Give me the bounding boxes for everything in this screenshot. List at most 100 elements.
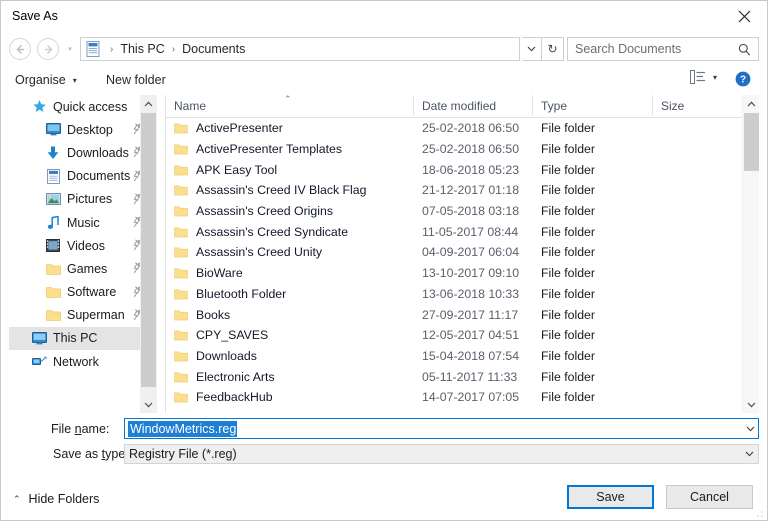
file-row[interactable]: FeedbackHub 14-07-2017 07:05 File folder [166, 387, 759, 408]
cancel-button[interactable]: Cancel [666, 485, 753, 509]
file-row[interactable]: ActivePresenter Templates 25-02-2018 06:5… [166, 139, 759, 160]
file-row[interactable]: Bluetooth Folder 13-06-2018 10:33 File fol… [166, 284, 759, 305]
file-date-cell: 13-10-2017 09:10 [422, 266, 520, 281]
navigation-sidebar: Quick access Desktop Downloads Documents Pic… [9, 95, 157, 413]
sidebar-item-network[interactable]: Network [9, 350, 157, 373]
sidebar-item-superman[interactable]: Superman [9, 304, 157, 327]
sidebar-item-quick-access[interactable]: Quick access [9, 95, 157, 118]
file-date-cell: 15-04-2018 07:54 [422, 348, 520, 363]
sidebar-item-list: Quick access Desktop Downloads Documents Pic… [9, 95, 157, 373]
new-folder-button[interactable]: New folder [106, 71, 166, 89]
file-name-cell: FeedbackHub [174, 390, 273, 404]
file-name-cell: Books [174, 308, 230, 322]
forward-button[interactable] [37, 38, 59, 60]
organise-button[interactable]: Organise ▾ [15, 71, 77, 89]
hide-folders-button[interactable]: ⌃ Hide Folders [13, 492, 99, 506]
file-row[interactable]: Assassin's Creed Unity 04-09-2017 06:04 Fi… [166, 242, 759, 263]
sidebar-scroll-down-button[interactable] [140, 396, 157, 413]
file-row[interactable]: Books 27-09-2017 11:17 File folder [166, 304, 759, 325]
chevron-down-icon [745, 451, 754, 457]
file-name-text: Electronic Arts [196, 369, 275, 384]
file-row[interactable]: Downloads 15-04-2018 07:54 File folder [166, 346, 759, 367]
file-name-cell: Assassin's Creed Syndicate [174, 225, 348, 239]
file-name-cell: ActivePresenter Templates [174, 142, 342, 156]
file-row[interactable]: Electronic Arts 05-11-2017 11:33 File fold… [166, 366, 759, 387]
file-date-cell: 25-02-2018 06:50 [422, 121, 520, 136]
file-row[interactable]: Assassin's Creed Origins 07-05-2018 03:18… [166, 201, 759, 222]
back-arrow-icon [16, 44, 24, 54]
title-bar: Save As [1, 1, 767, 32]
column-header-date-modified[interactable]: Date modified [414, 95, 533, 116]
address-bar[interactable]: › This PC › Documents [80, 37, 520, 61]
column-header-name[interactable]: Name [166, 95, 414, 116]
forward-arrow-icon [44, 44, 52, 54]
file-name-input[interactable]: WindowMetrics.reg [124, 418, 759, 439]
column-header-type[interactable]: Type [533, 95, 653, 116]
breadcrumb-separator-1: › [171, 43, 176, 55]
recent-locations-button[interactable]: ▾ [64, 44, 76, 54]
column-header-label: Size [661, 98, 685, 113]
help-button[interactable]: ? [735, 71, 751, 87]
organise-label: Organise [15, 73, 66, 87]
sidebar-item-label: Downloads [67, 145, 129, 160]
folder-icon [174, 205, 188, 217]
sidebar-item-downloads[interactable]: Downloads [9, 141, 157, 164]
file-name-cell: Downloads [174, 349, 257, 363]
column-header-label: Name [174, 98, 207, 113]
file-name-cell: Assassin's Creed IV Black Flag [174, 183, 366, 197]
breadcrumb-documents[interactable]: Documents [180, 42, 247, 56]
sidebar-item-label: Quick access [53, 99, 128, 114]
resize-grip-icon[interactable] [754, 508, 764, 518]
file-row[interactable]: CPY_SAVES 12-05-2017 04:51 File folder [166, 325, 759, 346]
sidebar-item-pictures[interactable]: Pictures [9, 188, 157, 211]
view-mode-button[interactable]: ▾ [689, 70, 717, 84]
chevron-up-icon [144, 101, 153, 106]
file-name-dropdown-button[interactable] [746, 419, 755, 438]
address-dropdown-button[interactable] [522, 37, 542, 61]
save-as-type-label-pre: Save as [53, 447, 102, 461]
main-panel: Quick access Desktop Downloads Documents Pic… [9, 95, 759, 413]
sidebar-item-label: Games [67, 261, 108, 276]
sidebar-item-software[interactable]: Software [9, 281, 157, 304]
file-row[interactable]: Assassin's Creed Syndicate 11-05-2017 08:… [166, 221, 759, 242]
search-box[interactable]: Search Documents [567, 37, 759, 61]
file-list-scrollbar[interactable] [742, 95, 759, 413]
breadcrumb-this-pc[interactable]: This PC [118, 42, 166, 56]
file-name-cell: ActivePresenter [174, 121, 283, 135]
sidebar-item-games[interactable]: Games [9, 257, 157, 280]
chevron-up-icon: ⌃ [13, 493, 21, 504]
sidebar-item-desktop[interactable]: Desktop [9, 118, 157, 141]
file-row[interactable]: APK Easy Tool 18-06-2018 05:23 File folder [166, 159, 759, 180]
new-folder-label: New folder [106, 73, 166, 87]
close-button[interactable] [722, 1, 767, 31]
file-list-panel: ⌃ Name Date modified Type Size ActivePresen… [165, 95, 759, 413]
save-as-type-dropdown-button[interactable] [745, 445, 754, 463]
save-button[interactable]: Save [567, 485, 654, 509]
column-header-size[interactable]: Size [653, 95, 743, 116]
file-name-text: APK Easy Tool [196, 162, 278, 177]
back-button[interactable] [9, 38, 31, 60]
save-as-type-select[interactable]: Registry File (*.reg) [124, 444, 759, 464]
chevron-down-icon: ▾ [68, 46, 72, 53]
sidebar-scrollbar-thumb[interactable] [141, 113, 156, 387]
sidebar-scrollbar[interactable] [140, 95, 157, 413]
sidebar-item-documents[interactable]: Documents [9, 165, 157, 188]
sidebar-item-music[interactable]: Music [9, 211, 157, 234]
list-scroll-down-button[interactable] [743, 396, 759, 413]
sidebar-item-this-pc[interactable]: This PC [9, 326, 157, 351]
breadcrumb-separator-0: › [110, 43, 114, 55]
folder-icon [174, 226, 188, 238]
sidebar-item-videos[interactable]: Videos [9, 234, 157, 257]
folder-icon [174, 371, 188, 383]
file-list-scrollbar-thumb[interactable] [744, 113, 759, 171]
sidebar-scroll-up-button[interactable] [140, 95, 157, 112]
file-row[interactable]: BioWare 13-10-2017 09:10 File folder [166, 263, 759, 284]
list-scroll-up-button[interactable] [743, 95, 759, 112]
refresh-button[interactable]: ↻ [542, 37, 564, 61]
file-name-value[interactable]: WindowMetrics.reg [128, 420, 238, 437]
sidebar-item-label: Desktop [67, 122, 113, 137]
search-input[interactable]: Search Documents [575, 42, 738, 56]
file-row[interactable]: Assassin's Creed IV Black Flag 21-12-2017… [166, 180, 759, 201]
file-row[interactable]: ActivePresenter 25-02-2018 06:50 File fold… [166, 118, 759, 139]
file-type-cell: File folder [541, 183, 595, 198]
